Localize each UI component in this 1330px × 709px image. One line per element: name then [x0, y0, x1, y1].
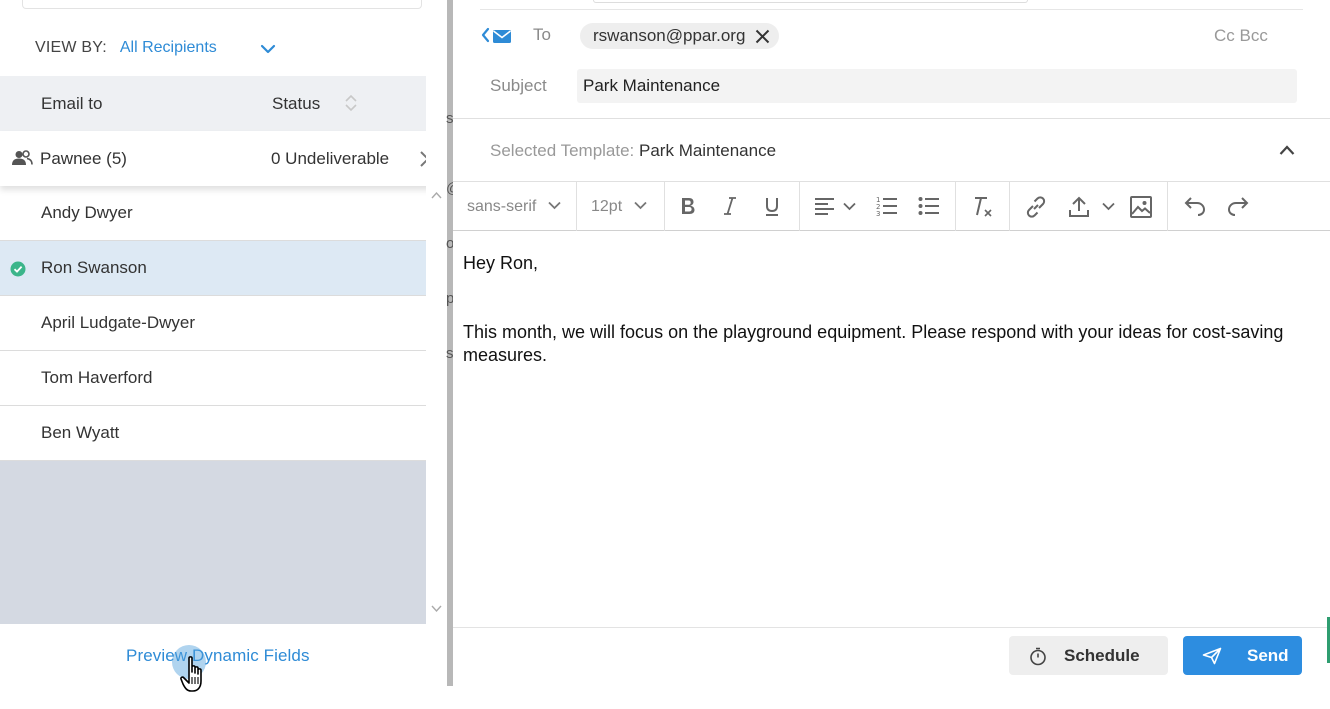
schedule-button[interactable]: Schedule	[1009, 636, 1168, 675]
font-family-group: sans-serif	[453, 182, 577, 231]
list-item[interactable]: Ron Swanson	[0, 241, 426, 296]
group-status: 0 Undeliverable	[271, 148, 390, 168]
send-label: Send	[1247, 646, 1289, 665]
template-selector[interactable]: Selected Template: Park Maintenance	[453, 118, 1330, 182]
chevron-down-icon[interactable]	[634, 201, 647, 210]
recipient-name: Tom Haverford	[41, 368, 153, 387]
schedule-label: Schedule	[1064, 646, 1140, 665]
subject-label: Subject	[490, 76, 547, 95]
font-size-group: 12pt	[577, 182, 665, 231]
list-header: Email to Status	[0, 76, 426, 131]
list-item[interactable]: Ben Wyatt	[0, 406, 426, 461]
image-icon[interactable]	[1129, 195, 1153, 219]
subject-input[interactable]: Park Maintenance	[577, 69, 1297, 103]
timer-icon	[1030, 647, 1046, 666]
align-icon[interactable]	[814, 197, 836, 215]
paragraph-group: 123	[800, 182, 956, 231]
chevron-down-icon[interactable]	[1102, 202, 1115, 211]
link-icon[interactable]	[1024, 195, 1048, 219]
history-group	[1168, 182, 1258, 231]
compose-panel: To rswanson@ppar.org Cc Bcc Subject Park…	[453, 0, 1330, 709]
group-row[interactable]: Pawnee (5) 0 Undeliverable	[0, 131, 426, 186]
editor-toolbar: sans-serif 12pt 123	[453, 182, 1330, 231]
chevron-down-icon[interactable]	[259, 40, 277, 58]
column-status[interactable]: Status	[272, 94, 320, 114]
mail-icon[interactable]	[481, 25, 513, 47]
clear-format-group	[956, 182, 1010, 231]
recipient-chip[interactable]: rswanson@ppar.org	[580, 23, 780, 49]
chevron-down-icon[interactable]	[548, 201, 561, 210]
list-scrollbar[interactable]	[426, 185, 447, 624]
cc-bcc-toggle[interactable]: Cc Bcc	[1214, 26, 1268, 46]
undo-icon[interactable]	[1183, 195, 1207, 217]
template-value: Park Maintenance	[639, 141, 777, 160]
message-body-editor[interactable]: Hey Ron, This month, we will focus on th…	[463, 252, 1323, 367]
divider	[480, 9, 1303, 10]
field-above	[593, 0, 1028, 3]
recipient-name: Ben Wyatt	[41, 423, 120, 442]
close-icon[interactable]	[755, 29, 770, 44]
list-item[interactable]: April Ludgate-Dwyer	[0, 296, 426, 351]
search-input[interactable]	[22, 0, 422, 9]
view-by-control[interactable]: VIEW BY: All Recipients	[35, 36, 276, 60]
svg-text:3: 3	[876, 210, 880, 217]
numbered-list-icon[interactable]: 123	[876, 195, 898, 217]
template-label: Selected Template: Park Maintenance	[490, 141, 776, 161]
scroll-down-icon[interactable]	[431, 605, 442, 613]
italic-icon[interactable]	[722, 195, 738, 217]
view-by-value[interactable]: All Recipients	[120, 39, 217, 57]
send-icon	[1202, 647, 1222, 665]
scroll-up-icon[interactable]	[431, 191, 442, 199]
bold-icon[interactable]	[679, 195, 697, 217]
upload-icon[interactable]	[1068, 195, 1090, 219]
hand-cursor-icon	[180, 656, 202, 692]
preview-dynamic-fields-link[interactable]: Preview Dynamic Fields	[126, 646, 310, 666]
recipient-name: Andy Dwyer	[41, 203, 133, 222]
chevron-down-icon[interactable]	[843, 202, 856, 211]
body-paragraph: This month, we will focus on the playgro…	[463, 322, 1284, 365]
recipient-name: Ron Swanson	[41, 258, 147, 277]
group-icon	[12, 150, 33, 165]
chevron-up-icon[interactable]	[1279, 144, 1295, 156]
recipient-name: April Ludgate-Dwyer	[41, 313, 196, 332]
font-size-select[interactable]: 12pt	[591, 198, 622, 216]
underline-icon[interactable]	[763, 195, 781, 217]
recipients-panel: VIEW BY: All Recipients Email to Status …	[0, 0, 447, 709]
sort-icon[interactable]	[344, 93, 358, 113]
column-email-to[interactable]: Email to	[41, 94, 102, 114]
insert-group	[1010, 182, 1168, 231]
font-family-select[interactable]: sans-serif	[467, 198, 536, 216]
body-greeting: Hey Ron,	[463, 253, 539, 273]
send-button[interactable]: Send	[1183, 636, 1302, 675]
check-circle-icon	[10, 261, 26, 277]
bullet-list-icon[interactable]	[918, 195, 940, 217]
close-icon[interactable]	[419, 150, 426, 168]
view-by-label: VIEW BY:	[35, 39, 107, 56]
group-name: Pawnee (5)	[40, 148, 127, 168]
recipient-list: Email to Status Pawnee (5) 0 Undeliverab…	[0, 76, 426, 624]
list-item[interactable]: Andy Dwyer	[0, 186, 426, 241]
to-label: To	[533, 25, 551, 44]
redo-icon[interactable]	[1226, 195, 1250, 217]
template-label-text: Selected Template:	[490, 141, 635, 160]
list-item[interactable]: Tom Haverford	[0, 351, 426, 406]
text-style-group	[665, 182, 800, 231]
clear-format-icon[interactable]	[972, 195, 994, 219]
recipient-chip-label: rswanson@ppar.org	[593, 26, 746, 45]
compose-footer: Schedule Send	[453, 627, 1330, 709]
